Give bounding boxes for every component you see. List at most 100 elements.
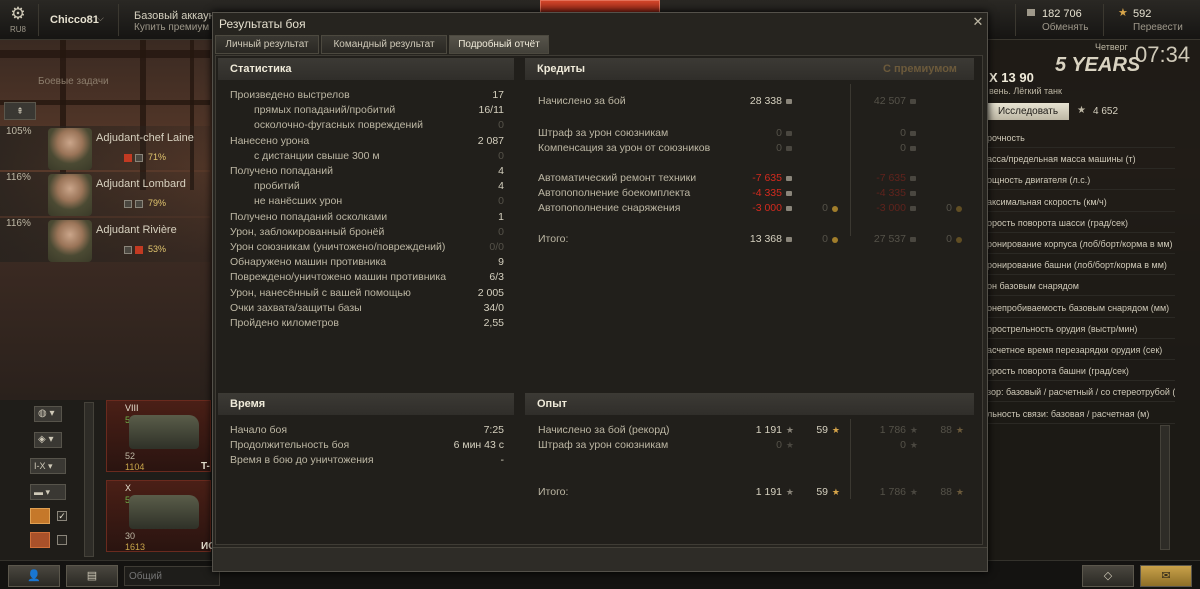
close-icon[interactable]: ✕ bbox=[971, 15, 985, 29]
gold-value: 0 bbox=[822, 202, 828, 214]
xp-label: Начислено за бой (рекорд) bbox=[538, 424, 670, 436]
combat-missions-label[interactable]: Боевые задачи bbox=[38, 76, 109, 87]
crew-name: Adjudant Rivière bbox=[96, 224, 177, 236]
chat-channels-icon[interactable]: ▤ bbox=[66, 565, 118, 587]
time-label: Начало боя bbox=[230, 424, 288, 436]
tab-personal[interactable]: Личный результат bbox=[215, 35, 319, 54]
spec-row[interactable]: орость поворота башни (град/сек) bbox=[985, 361, 1175, 382]
chat-input[interactable] bbox=[124, 566, 220, 586]
transfer-link[interactable]: Перевести bbox=[1133, 22, 1183, 33]
crew-portrait bbox=[48, 220, 92, 262]
stat-value: 0 bbox=[498, 149, 504, 162]
crew-member[interactable]: 116% Adjudant Lombard 79% bbox=[0, 172, 210, 216]
tab-detailed[interactable]: Подробный отчёт bbox=[449, 35, 549, 54]
results-content: Статистика Произведено выстрелов 17 прямых… bbox=[215, 55, 983, 545]
tank-filter-icon[interactable]: ▬ ▾ bbox=[30, 484, 66, 500]
credits-icon bbox=[910, 131, 916, 136]
xp-value: 1 191 bbox=[755, 424, 782, 436]
stat-row: не нанёсших урон 0 bbox=[230, 194, 506, 209]
credit-value: -3 000 bbox=[752, 202, 782, 214]
spec-row[interactable]: онепробиваемость базовым снарядом (мм) bbox=[985, 298, 1175, 318]
spec-row[interactable]: аксимальная скорость (км/ч) bbox=[985, 192, 1175, 212]
clan-icon[interactable]: ◇ bbox=[1082, 565, 1134, 587]
research-button[interactable]: Исследовать bbox=[987, 103, 1069, 120]
stat-label: Урон, нанесённый с вашей помощью bbox=[230, 286, 411, 299]
research-xp: 4 652 bbox=[1093, 106, 1119, 117]
stat-label: Получено попаданий осколками bbox=[230, 210, 388, 223]
xp-row: Начислено за бой (рекорд) 1 191 ★ 59 ★ 1 786 ★… bbox=[538, 423, 978, 438]
stat-label: Урон союзникам (уничтожено/повреждений) bbox=[230, 241, 446, 253]
player-nickname[interactable]: Chicco81 bbox=[50, 14, 99, 26]
tank-name-short: T- bbox=[201, 461, 210, 472]
tank-type-filter-icon[interactable]: ◈ ▾ bbox=[34, 432, 62, 448]
buy-premium-link[interactable]: Купить премиум bbox=[134, 22, 209, 33]
skill-icon bbox=[124, 246, 132, 254]
stat-label: Обнаружено машин противника bbox=[230, 256, 387, 269]
crew-member[interactable]: 116% Adjudant Rivière 53% bbox=[0, 218, 210, 262]
skill-progress: 79% bbox=[148, 198, 167, 208]
premium-credit-value: 0 bbox=[900, 127, 906, 139]
tab-team[interactable]: Командный результат bbox=[321, 35, 447, 54]
stat-row: Получено попаданий 4 bbox=[230, 164, 506, 179]
stat-value: 0 bbox=[498, 195, 504, 208]
credit-label: Итого: bbox=[538, 233, 569, 245]
exchange-link[interactable]: Обменять bbox=[1042, 22, 1088, 33]
spec-row[interactable]: ронирование корпуса (лоб/борт/корма в мм… bbox=[985, 234, 1175, 254]
tank-card[interactable]: VIII 58% 52 1104 T- bbox=[106, 400, 211, 472]
time-row: Продолжительность боя 6 мин 43 с bbox=[230, 438, 506, 453]
carousel-scrollbar[interactable] bbox=[84, 402, 94, 557]
notifications-icon[interactable]: ✉ bbox=[1140, 565, 1192, 587]
stat-label: Пройдено километров bbox=[230, 317, 339, 329]
credit-value: 0 bbox=[776, 127, 782, 139]
gold-icon bbox=[956, 237, 962, 243]
credits-icon bbox=[786, 146, 792, 151]
stat-row: Урон, заблокированный бронёй 0 bbox=[230, 225, 506, 240]
spec-row[interactable]: рочность bbox=[985, 128, 1175, 148]
premium-credit-value: -7 635 bbox=[876, 172, 906, 184]
stat-label: Произведено выстрелов bbox=[230, 89, 350, 101]
stat-label: с дистанции свыше 300 м bbox=[254, 149, 380, 162]
stat-row: Урон, нанесённый с вашей помощью 2 005 bbox=[230, 286, 506, 301]
skill-icon bbox=[135, 154, 143, 162]
spec-row[interactable]: ронирование башни (лоб/борт/корма в мм) bbox=[985, 255, 1175, 276]
crew-member[interactable]: 105% Adjudant-chef Laine 71% bbox=[0, 126, 210, 170]
spec-row[interactable]: зор: базовый / расчетный / со стереотруб… bbox=[985, 382, 1175, 403]
clock: 07:34 bbox=[1135, 42, 1191, 67]
time-value: - bbox=[500, 454, 505, 467]
spec-row[interactable]: льность связи: базовая / расчетная (м) bbox=[985, 404, 1175, 424]
crew-pct: 116% bbox=[6, 218, 31, 229]
premium-filter-icon[interactable] bbox=[30, 508, 50, 524]
promo-banner[interactable]: 5 YEARS bbox=[1055, 54, 1140, 77]
premium-gold-value: 0 bbox=[946, 202, 952, 214]
chevron-down-icon[interactable]: ⌵ bbox=[97, 13, 104, 24]
free-xp-star-icon: ★ bbox=[1118, 7, 1128, 19]
spec-row[interactable]: орострельность орудия (выстр/мин) bbox=[985, 319, 1175, 339]
level-filter[interactable]: I-X ▾ bbox=[30, 458, 66, 474]
elite-filter-checkbox[interactable] bbox=[57, 535, 67, 545]
credits-header-label: Кредиты bbox=[537, 63, 586, 75]
premium-credit-value: 42 507 bbox=[873, 95, 906, 107]
specs-scrollbar[interactable] bbox=[1160, 425, 1170, 550]
stat-label: Нанесено урона bbox=[230, 134, 310, 147]
globe-icon[interactable]: ◍ ▾ bbox=[34, 406, 62, 422]
premium-free-xp-value: 88 bbox=[940, 486, 952, 498]
stat-row: с дистанции свыше 300 м 0 bbox=[230, 149, 506, 164]
tank-card[interactable]: X 52% 30 1613 ИС bbox=[106, 480, 215, 552]
stat-row: Урон союзникам (уничтожено/повреждений) 0… bbox=[230, 240, 506, 255]
spec-row[interactable]: асчетное время перезарядки орудия (сек) bbox=[985, 340, 1175, 360]
spec-row[interactable]: ощность двигателя (л.с.) bbox=[985, 170, 1175, 191]
elite-filter-icon[interactable] bbox=[30, 532, 50, 548]
xp-label: Штраф за урон союзникам bbox=[538, 439, 669, 451]
spec-row[interactable]: асса/предельная масса машины (т) bbox=[985, 149, 1175, 170]
tank-battles: 52 bbox=[125, 451, 136, 461]
contacts-icon[interactable]: 👤 bbox=[8, 565, 60, 587]
free-xp-star-icon: ★ bbox=[955, 425, 964, 435]
settings-gear-icon[interactable]: ⚙ bbox=[9, 5, 27, 23]
skill-progress: 53% bbox=[148, 244, 167, 254]
spec-row[interactable]: он базовым снарядом bbox=[985, 276, 1175, 297]
spec-row[interactable]: орость поворота шасси (град/сек) bbox=[985, 213, 1175, 233]
free-xp-star-icon: ★ bbox=[831, 487, 840, 497]
crew-toggle-button[interactable]: ⇞ bbox=[4, 102, 36, 120]
premium-header: С премиумом bbox=[883, 63, 957, 75]
premium-filter-checkbox[interactable]: ✓ bbox=[57, 511, 67, 521]
